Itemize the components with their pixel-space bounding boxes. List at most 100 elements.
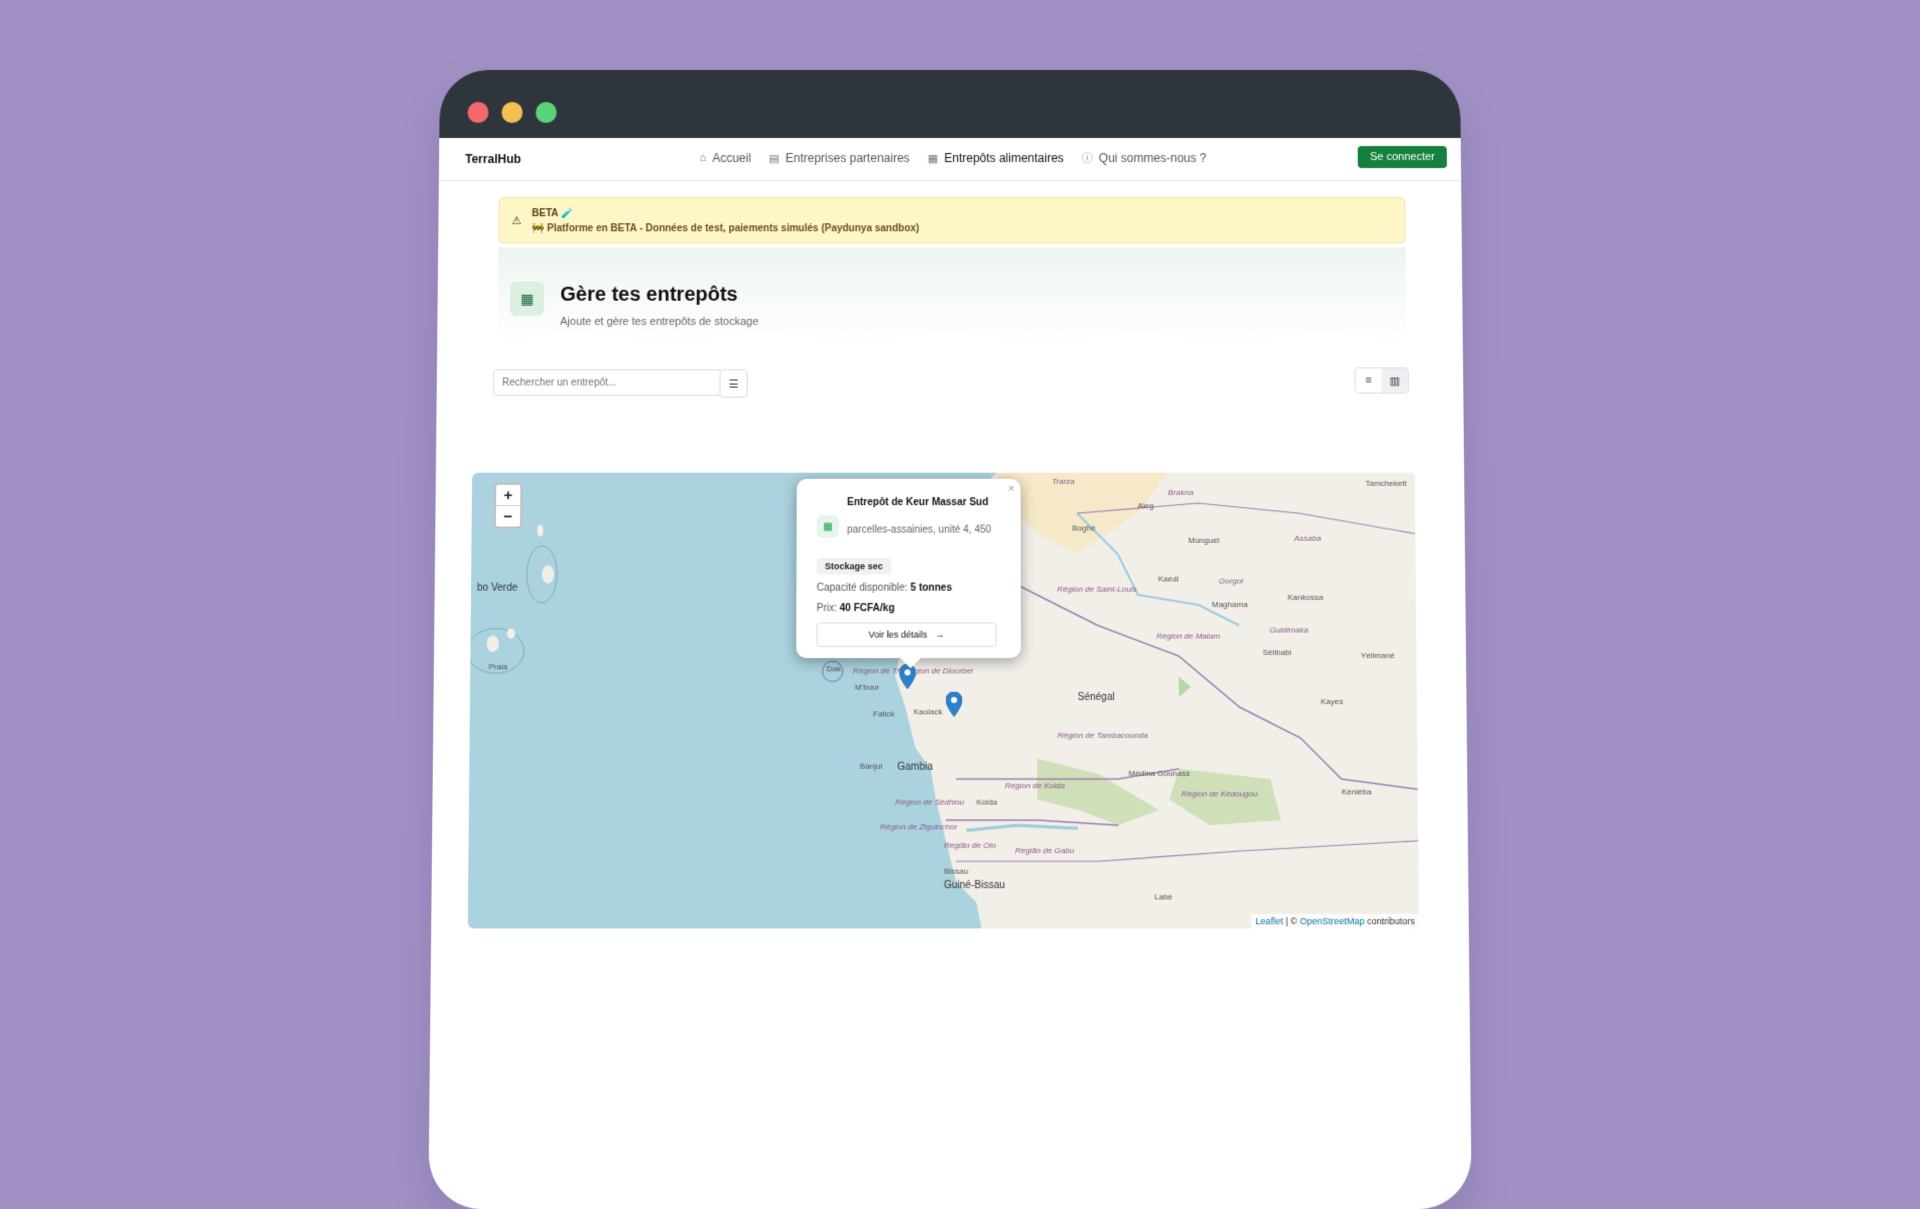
map-label: Région de Matam [1156,632,1220,641]
price-value: 40 FCFA/kg [840,603,895,614]
storage-type-badge: Stockage sec [817,558,891,574]
capacity-label: Capacité disponible: [817,583,908,594]
list-view-button[interactable]: ≡ [1355,368,1381,392]
attribution-separator: | © [1286,916,1298,926]
map-label: Région de Tambacounda [1057,731,1147,740]
map-label: Fatick [873,709,895,718]
page-title: Gère tes entrepôts [560,284,738,307]
map-label: M'bour [855,683,880,692]
map-label: Sénégal [1078,692,1115,703]
beta-banner: ⚠ BETA 🧪 🚧 Platforme en BETA - Données d… [498,197,1405,243]
map-label: Bissau [944,867,968,876]
capacity-row: Capacité disponible: 5 tonnes [817,583,952,594]
browser-window: TerralHub ⌂ Accueil ▤ Entreprises parten… [428,70,1471,1209]
popup-address: parcelles-assainies, unité 4, 450 [847,525,991,536]
nav-item-entrepots[interactable]: ▦ Entrepôts alimentaires [928,150,1064,166]
maximize-window-button[interactable] [536,102,557,123]
close-window-button[interactable] [467,102,488,123]
zoom-in-button[interactable]: + [496,485,520,505]
map-label: Maghama [1212,600,1248,609]
map-label: Sélibabi [1263,648,1292,657]
warehouse-icon: ▦ [817,515,839,537]
map-label: Région de Sédhiou [895,798,964,807]
map-marker[interactable] [946,692,962,717]
view-details-button[interactable]: Voir les détails → [816,622,996,647]
page-header: ▦ Gère tes entrepôts Ajoute et gère tes … [498,247,1407,343]
home-icon: ⌂ [700,152,707,164]
map-label: bo Verde [477,583,518,594]
map-label: Médina Gounass [1128,769,1189,778]
nav-label: Entreprises partenaires [785,151,909,165]
map-label: Monguel [1188,536,1219,545]
page-subtitle: Ajoute et gère tes entrepôts de stockage [560,316,759,328]
beta-text: 🚧 Platforme en BETA - Données de test, p… [532,223,1393,234]
map-label: Praia [488,662,507,671]
popup-close-button[interactable]: × [1008,483,1015,495]
map-label: Aleg [1138,501,1154,510]
map-icon: ▥ [1389,374,1400,387]
map-label: Région de Ziguinchor [880,822,957,831]
warehouse-icon: ▦ [928,152,938,165]
map-label: Région de Kolda [1005,781,1065,790]
price-row: Prix: 40 FCFA/kg [817,603,895,614]
filter-button[interactable]: ☰ [719,369,747,397]
map-label: Kolda [976,798,997,807]
title-bar [439,70,1460,138]
nav-item-qui-sommes-nous[interactable]: ⓘ Qui sommes-nous ? [1082,150,1207,166]
warehouse-map[interactable]: bo Verde Praia Dak M'bour Région de Thiè… [468,473,1419,929]
map-label: Kayes [1321,697,1344,706]
osm-link[interactable]: OpenStreetMap [1300,916,1365,926]
nav-label: Entrepôts alimentaires [944,151,1064,165]
price-label: Prix: [817,603,837,614]
leaflet-link[interactable]: Leaflet [1255,916,1283,926]
zoom-out-button[interactable]: − [496,505,520,526]
zoom-control: + − [494,483,523,529]
popup-title: Entrepôt de Keur Massar Sud [847,497,988,508]
map-label: Kéniéba [1342,787,1372,796]
arrow-right-icon: → [935,629,944,639]
map-view-button[interactable]: ▥ [1382,368,1408,392]
warehouse-icon: ▦ [510,282,544,316]
building-icon: ▤ [769,152,779,165]
map-label: Assaba [1294,534,1321,543]
map-label: Trarza [1052,477,1075,486]
login-button[interactable]: Se connecter [1358,146,1447,168]
navbar: TerralHub ⌂ Accueil ▤ Entreprises parten… [439,138,1461,181]
map-label: Kankossa [1288,593,1324,602]
map-label: Guidimaka [1270,625,1309,634]
minimize-window-button[interactable] [502,102,523,123]
sliders-icon: ☰ [729,377,739,390]
map-label: Labé [1154,892,1172,901]
nav-label: Qui sommes-nous ? [1099,151,1207,165]
map-label: Région de Kédougou [1181,789,1257,798]
map-label: Tamchekett [1365,479,1406,488]
map-label: Kaédi [1158,574,1179,583]
brand-logo[interactable]: TerralHub [465,152,521,166]
map-label: Guiné-Bissau [944,880,1005,891]
map-label: Gambia [897,762,933,773]
map-attribution: Leaflet | © OpenStreetMap contributors [1251,914,1419,928]
details-label: Voir les détails [869,629,928,639]
map-label: Boghé [1072,523,1095,532]
capacity-value: 5 tonnes [910,583,952,594]
toolbar: ☰ ≡ ▥ [437,359,1464,410]
info-icon: ⓘ [1082,150,1093,166]
beta-title: BETA 🧪 [532,208,1393,219]
map-label: Yélimané [1361,651,1395,660]
map-label: Brakna [1168,488,1194,497]
map-label: Região de Gabu [1015,846,1074,855]
attribution-suffix: contributors [1367,916,1415,926]
nav-label: Accueil [712,151,751,165]
map-label: Kaolack [914,707,943,716]
map-label: Gorgol [1219,576,1243,585]
map-label: Banjul [860,762,883,771]
nav-item-accueil[interactable]: ⌂ Accueil [700,150,752,166]
view-toggle: ≡ ▥ [1354,367,1409,393]
map-label: Região de Oio [944,841,996,850]
nav-item-entreprises[interactable]: ▤ Entreprises partenaires [769,150,910,166]
map-label: Dak [827,664,841,673]
search-input[interactable] [493,369,723,395]
map-label: Région de Saint-Louis [1057,585,1137,594]
main-nav: ⌂ Accueil ▤ Entreprises partenaires ▦ En… [700,150,1207,166]
warning-icon: ⚠ [512,214,522,227]
